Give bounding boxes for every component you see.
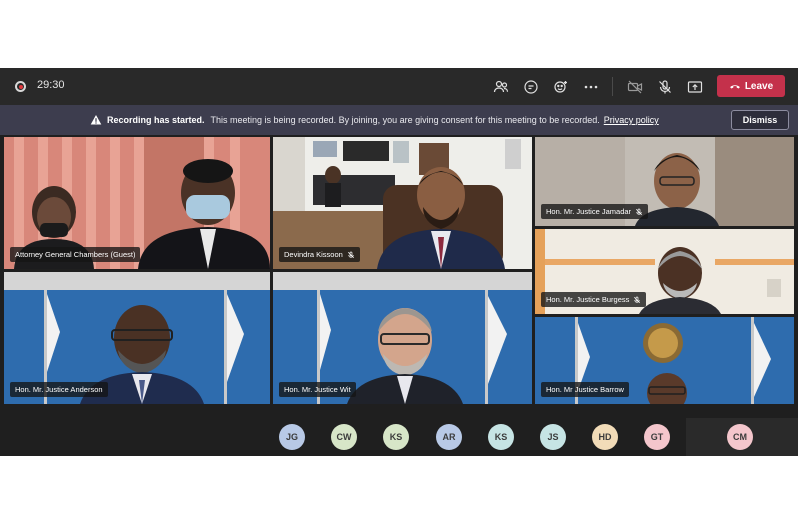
- participant-name: Hon. Mr. Justice Anderson: [15, 385, 103, 394]
- video-tile-attorney-general-chambers[interactable]: Attorney General Chambers (Guest): [4, 137, 270, 269]
- people-icon[interactable]: [490, 76, 512, 98]
- participant-avatar[interactable]: HD: [592, 424, 618, 450]
- camera-off-icon[interactable]: [624, 76, 646, 98]
- video-tile-justice-burgess[interactable]: Hon. Mr. Justice Burgess: [535, 229, 794, 314]
- teams-meeting-window: 29:30 Leave Recording has started. This …: [0, 68, 798, 456]
- participant-name-tag: Hon. Mr. Justice Anderson: [10, 382, 108, 397]
- video-tile-justice-barrow[interactable]: Hon. Mr Justice Barrow: [535, 317, 794, 404]
- chat-icon[interactable]: [520, 76, 542, 98]
- participant-name: Hon. Mr. Justice Wit: [284, 385, 351, 394]
- participant-avatar[interactable]: AR: [436, 424, 462, 450]
- video-tile-justice-anderson[interactable]: Hon. Mr. Justice Anderson: [4, 272, 270, 404]
- participant-name-tag: Hon. Mr Justice Barrow: [541, 382, 629, 397]
- mic-muted-icon: [634, 296, 641, 303]
- participant-name: Hon. Mr. Justice Burgess: [546, 295, 630, 304]
- leave-button[interactable]: Leave: [717, 75, 785, 97]
- mic-muted-icon: [636, 208, 643, 215]
- privacy-policy-link[interactable]: Privacy policy: [604, 115, 659, 125]
- toolbar-divider: [612, 77, 613, 96]
- recording-indicator-icon: [15, 81, 26, 92]
- participant-avatar[interactable]: JG: [279, 424, 305, 450]
- video-tile-justice-jamadar[interactable]: Hon. Mr. Justice Jamadar: [535, 137, 794, 226]
- participant-name: Hon. Mr Justice Barrow: [546, 385, 624, 394]
- participant-avatar[interactable]: JS: [540, 424, 566, 450]
- mic-muted-icon[interactable]: [654, 76, 676, 98]
- participant-name-tag: Hon. Mr. Justice Wit: [279, 382, 356, 397]
- participant-name: Devindra Kissoon: [284, 250, 343, 259]
- reactions-icon[interactable]: [550, 76, 572, 98]
- participant-name-tag: Attorney General Chambers (Guest): [10, 247, 141, 262]
- participant-avatar[interactable]: CW: [331, 424, 357, 450]
- participant-name: Attorney General Chambers (Guest): [15, 250, 136, 259]
- participant-name-tag: Hon. Mr. Justice Burgess: [541, 292, 647, 307]
- share-screen-icon[interactable]: [684, 76, 706, 98]
- video-tile-justice-wit[interactable]: Hon. Mr. Justice Wit: [273, 272, 532, 404]
- mic-muted-icon: [347, 251, 354, 258]
- participant-avatar[interactable]: CM: [727, 424, 753, 450]
- banner-title: Recording has started.: [107, 115, 205, 125]
- participant-name-tag: Hon. Mr. Justice Jamadar: [541, 204, 649, 219]
- more-options-icon[interactable]: [580, 76, 602, 98]
- participant-avatar[interactable]: KS: [383, 424, 409, 450]
- participant-avatar[interactable]: KS: [488, 424, 514, 450]
- participant-name: Hon. Mr. Justice Jamadar: [546, 207, 632, 216]
- leave-button-label: Leave: [744, 80, 774, 92]
- dismiss-button[interactable]: Dismiss: [731, 110, 789, 130]
- overflow-panel: CM: [686, 418, 798, 456]
- participant-avatar-strip: JG CW KS AR KS JS HD GT CM: [0, 418, 798, 456]
- participant-name-tag: Devindra Kissoon: [279, 247, 360, 262]
- meeting-toolbar: 29:30 Leave: [0, 68, 798, 105]
- meeting-timer: 29:30: [37, 79, 65, 91]
- participant-avatar[interactable]: GT: [644, 424, 670, 450]
- video-tile-devindra-kissoon[interactable]: Devindra Kissoon: [273, 137, 532, 269]
- warning-icon: [90, 114, 102, 126]
- recording-banner: Recording has started. This meeting is b…: [0, 105, 798, 135]
- banner-message: This meeting is being recorded. By joini…: [210, 115, 600, 125]
